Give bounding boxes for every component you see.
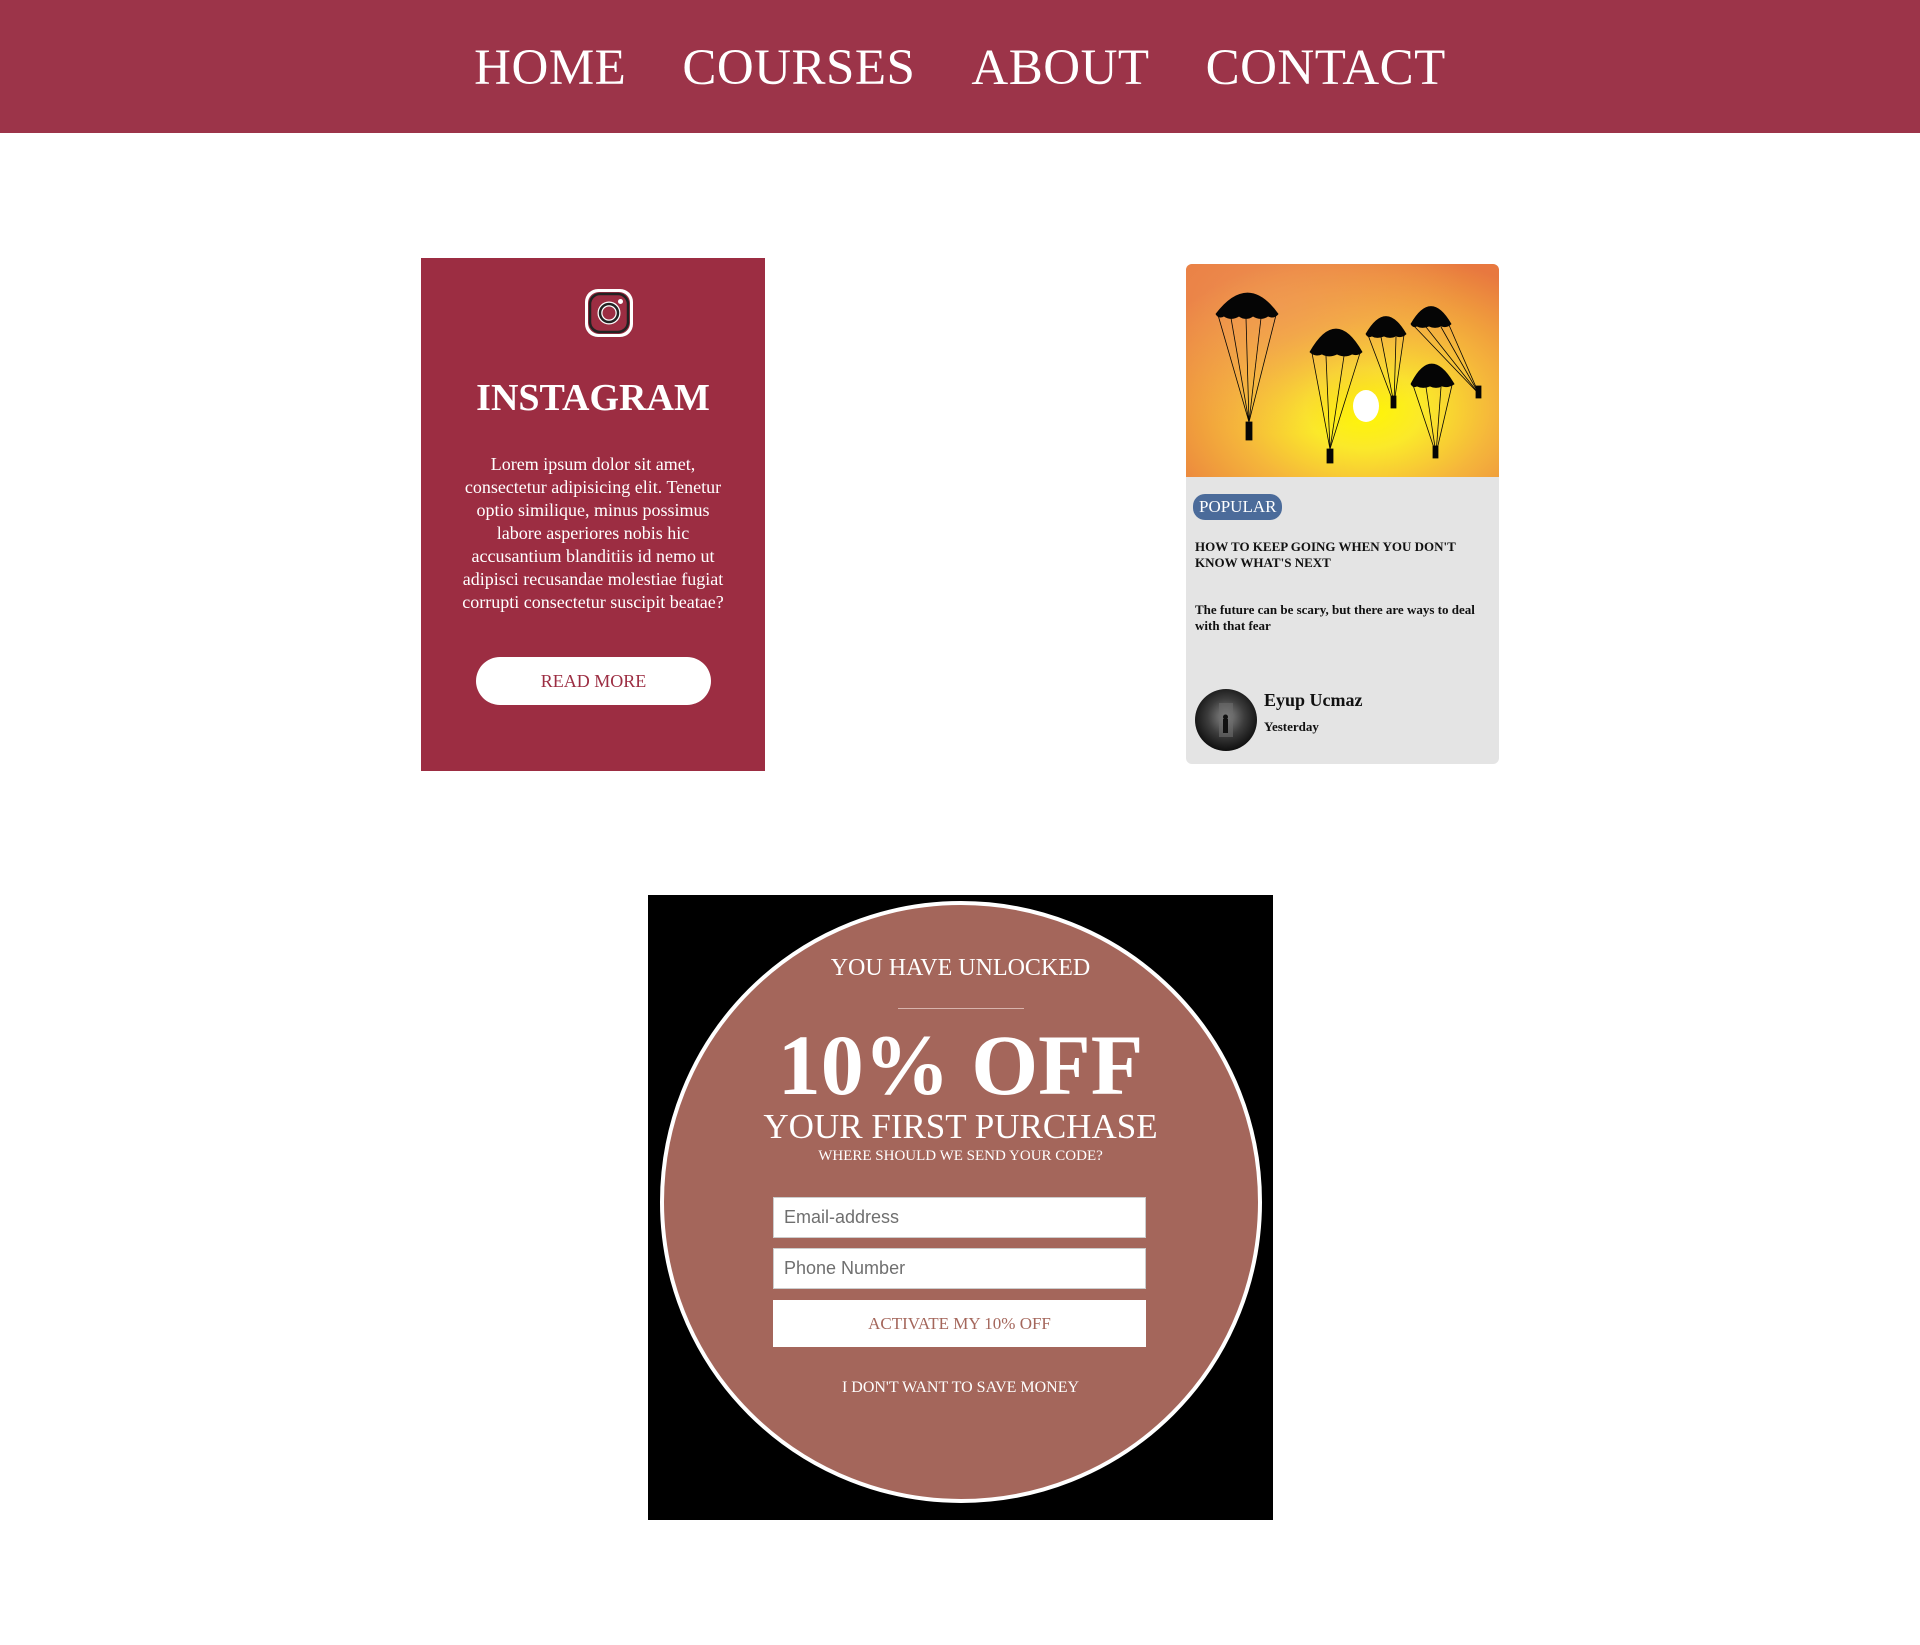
parachutes-sunset-image bbox=[1186, 264, 1499, 477]
nav-about-link[interactable]: ABOUT bbox=[971, 37, 1149, 97]
activate-discount-button[interactable]: ACTIVATE MY 10% OFF bbox=[773, 1300, 1146, 1347]
popular-tag: POPULAR bbox=[1193, 494, 1283, 520]
nav-home-link[interactable]: HOME bbox=[474, 37, 626, 97]
decline-link[interactable]: I DON'T WANT TO SAVE MONEY bbox=[648, 1379, 1273, 1397]
read-more-button[interactable]: READ MORE bbox=[476, 657, 711, 705]
blog-title[interactable]: HOW TO KEEP GOING WHEN YOU DON'T KNOW WH… bbox=[1195, 539, 1491, 571]
blog-description: The future can be scary, but there are w… bbox=[1195, 602, 1475, 633]
author-name: Eyup Ucmaz bbox=[1264, 690, 1363, 710]
instagram-body: Lorem ipsum dolor sit amet, consectetur … bbox=[462, 454, 724, 612]
nav-courses-link[interactable]: COURSES bbox=[682, 37, 915, 97]
phone-field[interactable] bbox=[773, 1248, 1146, 1289]
nav-contact-link[interactable]: CONTACT bbox=[1206, 37, 1446, 97]
divider bbox=[898, 1008, 1024, 1009]
discount-amount: 10% OFF bbox=[777, 1017, 1144, 1113]
top-nav: HOME COURSES ABOUT CONTACT bbox=[0, 0, 1920, 133]
instagram-icon[interactable] bbox=[582, 286, 636, 340]
first-purchase-heading: YOUR FIRST PURCHASE bbox=[763, 1107, 1158, 1146]
discount-popup: YOU HAVE UNLOCKED 10% OFF YOUR FIRST PUR… bbox=[648, 895, 1273, 1520]
author-avatar bbox=[1195, 689, 1257, 751]
email-field[interactable] bbox=[773, 1197, 1146, 1238]
post-date: Yesterday bbox=[1264, 719, 1319, 734]
blog-card[interactable]: POPULAR HOW TO KEEP GOING WHEN YOU DON'T… bbox=[1186, 264, 1499, 764]
send-code-question: WHERE SHOULD WE SEND YOUR CODE? bbox=[818, 1148, 1103, 1164]
instagram-card: INSTAGRAM Lorem ipsum dolor sit amet, co… bbox=[421, 258, 765, 771]
instagram-title: INSTAGRAM bbox=[476, 377, 710, 419]
unlocked-heading: YOU HAVE UNLOCKED bbox=[830, 955, 1091, 981]
